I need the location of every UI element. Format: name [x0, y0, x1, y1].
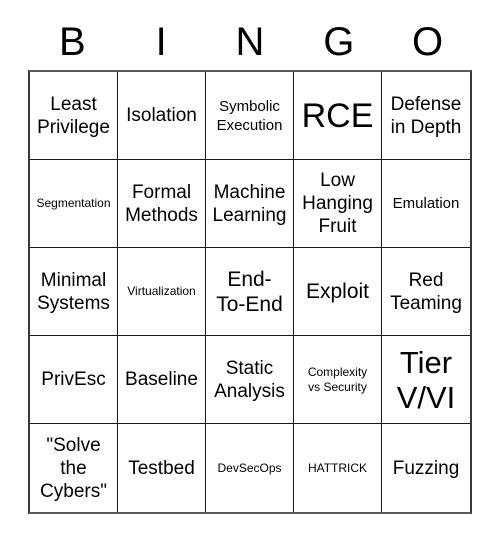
bingo-cell-label: Red Teaming [390, 269, 462, 314]
bingo-cell[interactable]: Complexity vs Security [294, 336, 382, 424]
bingo-cell-label: Tier V/VI [396, 344, 456, 415]
header-letter-b: B [59, 20, 86, 64]
bingo-cell[interactable]: Red Teaming [382, 248, 470, 336]
bingo-cell[interactable]: End- To-End [206, 248, 294, 336]
bingo-cell-label: Static Analysis [214, 357, 285, 402]
bingo-cell[interactable]: Static Analysis [206, 336, 294, 424]
bingo-cell-label: Defense in Depth [390, 93, 462, 138]
bingo-cell-label: Virtualization [127, 284, 196, 298]
bingo-cell-label: Exploit [305, 280, 370, 303]
bingo-card: B I N G O Least Privilege Isolation Symbol… [0, 0, 500, 544]
bingo-cell[interactable]: Least Privilege [30, 72, 118, 160]
bingo-cell-label: Formal Methods [125, 181, 198, 226]
header-letter-o: O [412, 20, 444, 64]
bingo-cell[interactable]: Isolation [118, 72, 206, 160]
bingo-cell-label: Baseline [125, 369, 198, 390]
header-letter-g: G [323, 20, 355, 64]
bingo-cell-label: Isolation [126, 105, 197, 126]
bingo-cell-label: HATTRICK [307, 460, 368, 475]
bingo-cell-label: Fuzzing [392, 457, 460, 479]
header-letter-i: I [155, 20, 167, 64]
bingo-cell-label: Symbolic Execution [216, 97, 283, 134]
bingo-cell-label: End- To-End [216, 267, 283, 316]
bingo-cell-label: "Solve the Cybers" [40, 434, 107, 502]
bingo-cell-label: PrivEsc [41, 369, 106, 390]
bingo-cell[interactable]: Defense in Depth [382, 72, 470, 160]
bingo-cell-label: Emulation [392, 195, 460, 212]
bingo-cell-label: Segmentation [36, 196, 111, 210]
bingo-cell[interactable]: Minimal Systems [30, 248, 118, 336]
bingo-cell-label: Minimal Systems [37, 269, 110, 314]
bingo-cell[interactable]: Tier V/VI [382, 336, 470, 424]
bingo-grid: Least Privilege Isolation Symbolic Executi… [28, 70, 472, 514]
bingo-header: B I N G O [28, 14, 472, 70]
bingo-cell-label: Least Privilege [37, 93, 110, 138]
bingo-cell[interactable]: Emulation [382, 160, 470, 248]
bingo-cell[interactable]: Baseline [118, 336, 206, 424]
bingo-cell[interactable]: Testbed [118, 424, 206, 512]
bingo-cell[interactable]: Low Hanging Fruit [294, 160, 382, 248]
bingo-cell[interactable]: Formal Methods [118, 160, 206, 248]
bingo-cell[interactable]: Virtualization [118, 248, 206, 336]
header-letter-n: N [235, 20, 265, 64]
bingo-cell-label: Machine Learning [212, 181, 287, 226]
bingo-cell[interactable]: RCE [294, 72, 382, 160]
bingo-cell[interactable]: Symbolic Execution [206, 72, 294, 160]
bingo-cell-label: DevSecOps [217, 460, 282, 475]
bingo-cell[interactable]: PrivEsc [30, 336, 118, 424]
bingo-cell[interactable]: HATTRICK [294, 424, 382, 512]
bingo-cell-label: Complexity vs Security [307, 364, 368, 394]
bingo-cell-label: RCE [301, 96, 374, 135]
bingo-cell[interactable]: Segmentation [30, 160, 118, 248]
bingo-cell-label: Low Hanging Fruit [302, 170, 373, 237]
bingo-cell[interactable]: Fuzzing [382, 424, 470, 512]
bingo-cell-label: Testbed [128, 457, 195, 479]
bingo-cell[interactable]: Machine Learning [206, 160, 294, 248]
bingo-cell[interactable]: Exploit [294, 248, 382, 336]
bingo-cell[interactable]: "Solve the Cybers" [30, 424, 118, 512]
bingo-cell[interactable]: DevSecOps [206, 424, 294, 512]
